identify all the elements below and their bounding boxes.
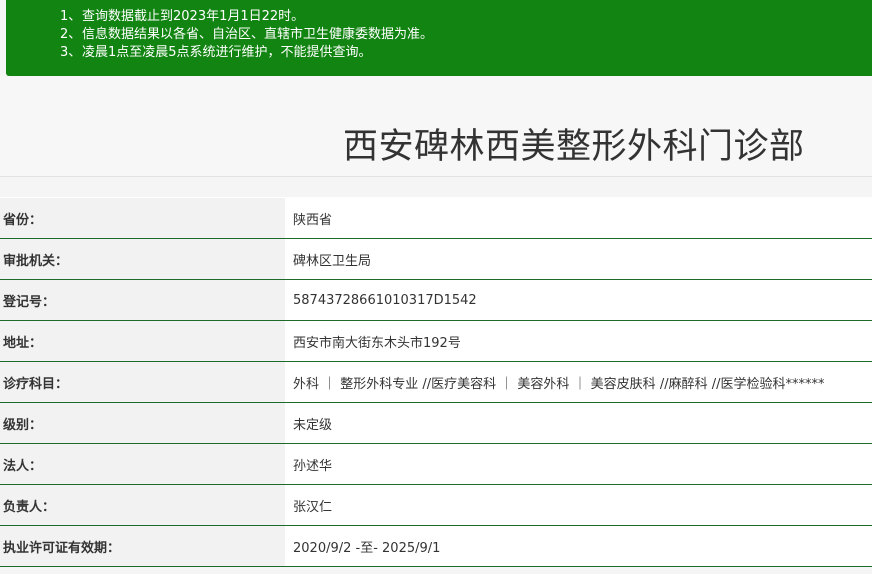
title-section: 西安碑林西美整形外科门诊部: [0, 76, 872, 177]
row-value: 碑林区卫生局: [285, 239, 872, 279]
row-label: 登记号：: [0, 280, 285, 320]
table-row: 审批机关： 碑林区卫生局: [0, 239, 872, 280]
notice-line-1: 1、 查询数据截止到2023年1月1日22时。: [60, 8, 872, 26]
row-value: 张汉仁: [285, 485, 872, 525]
notice-line-3: 3、 凌晨1点至凌晨5点系统进行维护，不能提供查询。: [60, 44, 872, 62]
notice-line-2: 2、 信息数据结果以各省、自治区、直辖市卫生健康委数据为准。: [60, 26, 872, 44]
row-label: 负责人：: [0, 485, 285, 525]
notice-number: 1、: [60, 9, 82, 24]
table-row: 诊疗科目： 外科 ｜ 整形外科专业 //医疗美容科 ｜ 美容外科 ｜ 美容皮肤科…: [0, 362, 872, 403]
row-value: 58743728661010317D1542: [285, 280, 872, 320]
table-row: 级别： 未定级: [0, 403, 872, 444]
notice-text: 凌晨1点至凌晨5点系统进行维护，不能提供查询。: [82, 45, 372, 60]
table-row: 省份： 陕西省: [0, 198, 872, 239]
row-value: 2020/9/2 -至- 2025/9/1: [285, 526, 872, 566]
row-label: 省份：: [0, 198, 285, 238]
notice-number: 3、: [60, 45, 82, 60]
row-value: 未定级: [285, 403, 872, 443]
table-row: 执业许可证有效期： 2020/9/2 -至- 2025/9/1: [0, 526, 872, 567]
table-row: 法人： 孙述华: [0, 444, 872, 485]
row-value: 西安市南大街东木头市192号: [285, 321, 872, 361]
row-label: 诊疗科目：: [0, 362, 285, 402]
table-row: 登记号： 58743728661010317D1542: [0, 280, 872, 321]
row-label: 审批机关：: [0, 239, 285, 279]
notice-banner: 1、 查询数据截止到2023年1月1日22时。 2、 信息数据结果以各省、自治区…: [6, 0, 872, 76]
notice-number: 2、: [60, 27, 82, 42]
page-title: 西安碑林西美整形外科门诊部: [343, 127, 805, 167]
info-table: 省份： 陕西省 审批机关： 碑林区卫生局 登记号： 58743728661010…: [0, 197, 872, 567]
table-row: 地址： 西安市南大街东木头市192号: [0, 321, 872, 362]
row-label: 执业许可证有效期：: [0, 526, 285, 566]
row-value: 外科 ｜ 整形外科专业 //医疗美容科 ｜ 美容外科 ｜ 美容皮肤科 //麻醉科…: [285, 362, 872, 402]
notice-text: 信息数据结果以各省、自治区、直辖市卫生健康委数据为准。: [82, 27, 434, 42]
row-value: 陕西省: [285, 198, 872, 238]
row-label: 级别：: [0, 403, 285, 443]
row-label: 地址：: [0, 321, 285, 361]
row-label: 法人：: [0, 444, 285, 484]
notice-text: 查询数据截止到2023年1月1日22时。: [82, 9, 305, 24]
row-value: 孙述华: [285, 444, 872, 484]
table-row: 负责人： 张汉仁: [0, 485, 872, 526]
